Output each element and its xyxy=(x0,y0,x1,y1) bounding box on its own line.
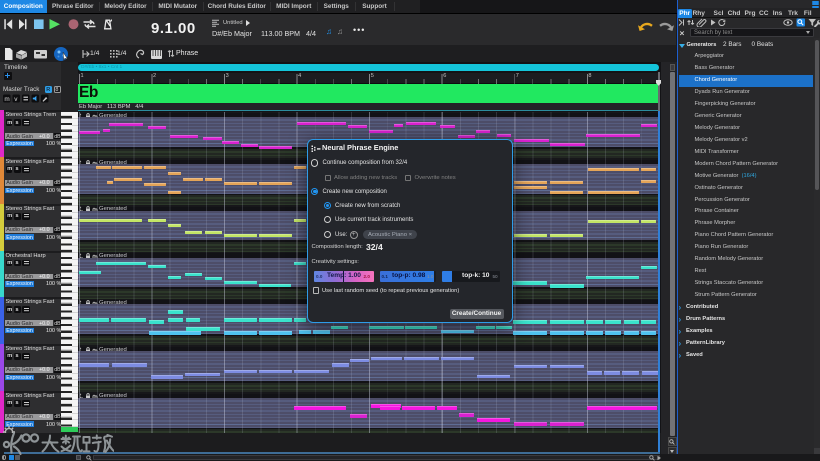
svg-text:m: m xyxy=(4,96,9,103)
